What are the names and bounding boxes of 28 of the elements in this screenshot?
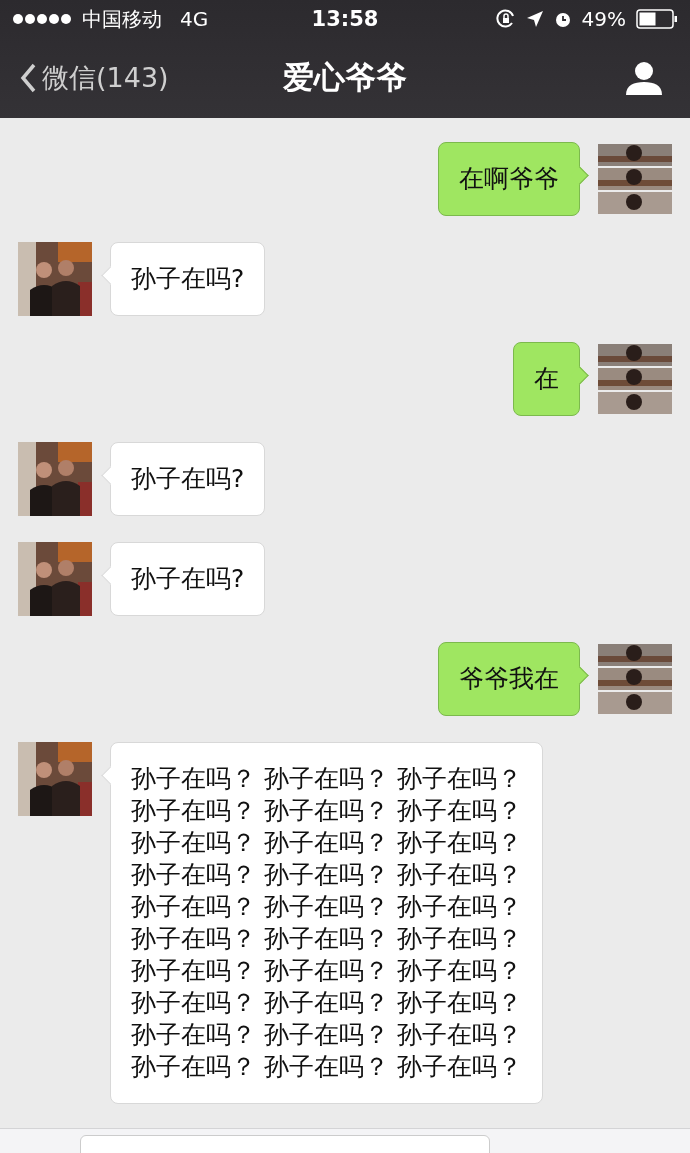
location-arrow-icon <box>525 10 544 28</box>
battery-percent: 49% <box>581 7 626 31</box>
network-type: 4G <box>180 7 209 31</box>
message-text: 孙子在吗? <box>131 263 245 295</box>
message-text: 孙子在吗？ 孙子在吗？ 孙子在吗？ <box>131 763 522 795</box>
clock-time: 13:58 <box>311 7 379 31</box>
message-text: 爷爷我在 <box>459 663 559 695</box>
message-text: 孙子在吗？ 孙子在吗？ 孙子在吗？ <box>131 795 522 827</box>
message-text: 孙子在吗? <box>131 463 245 495</box>
message-text: 孙子在吗？ 孙子在吗？ 孙子在吗？ <box>131 955 522 987</box>
message-text: 孙子在吗？ 孙子在吗？ 孙子在吗？ <box>131 1019 522 1051</box>
message-text: 孙子在吗？ 孙子在吗？ 孙子在吗？ <box>131 891 522 923</box>
battery-icon <box>636 9 678 29</box>
message-text: 在啊爷爷 <box>459 163 559 195</box>
rotation-lock-icon <box>495 9 516 29</box>
message-text: 孙子在吗？ 孙子在吗？ 孙子在吗？ <box>131 827 522 859</box>
message-text: 孙子在吗? <box>131 563 245 595</box>
message-text: 孙子在吗？ 孙子在吗？ 孙子在吗？ <box>131 1051 522 1083</box>
message-text: 在 <box>534 363 559 395</box>
chat-title: 爱心爷爷 <box>283 58 407 97</box>
contact-profile-icon[interactable] <box>626 61 662 95</box>
back-chevron-icon <box>20 63 36 93</box>
message-text: 孙子在吗？ 孙子在吗？ 孙子在吗？ <box>131 859 522 891</box>
message-text: 孙子在吗？ 孙子在吗？ 孙子在吗？ <box>131 987 522 1019</box>
carrier-name: 中国移动 <box>82 5 162 33</box>
alarm-clock-icon <box>553 10 572 28</box>
message-text: 孙子在吗？ 孙子在吗？ 孙子在吗？ <box>131 923 522 955</box>
signal-icon <box>12 13 72 25</box>
